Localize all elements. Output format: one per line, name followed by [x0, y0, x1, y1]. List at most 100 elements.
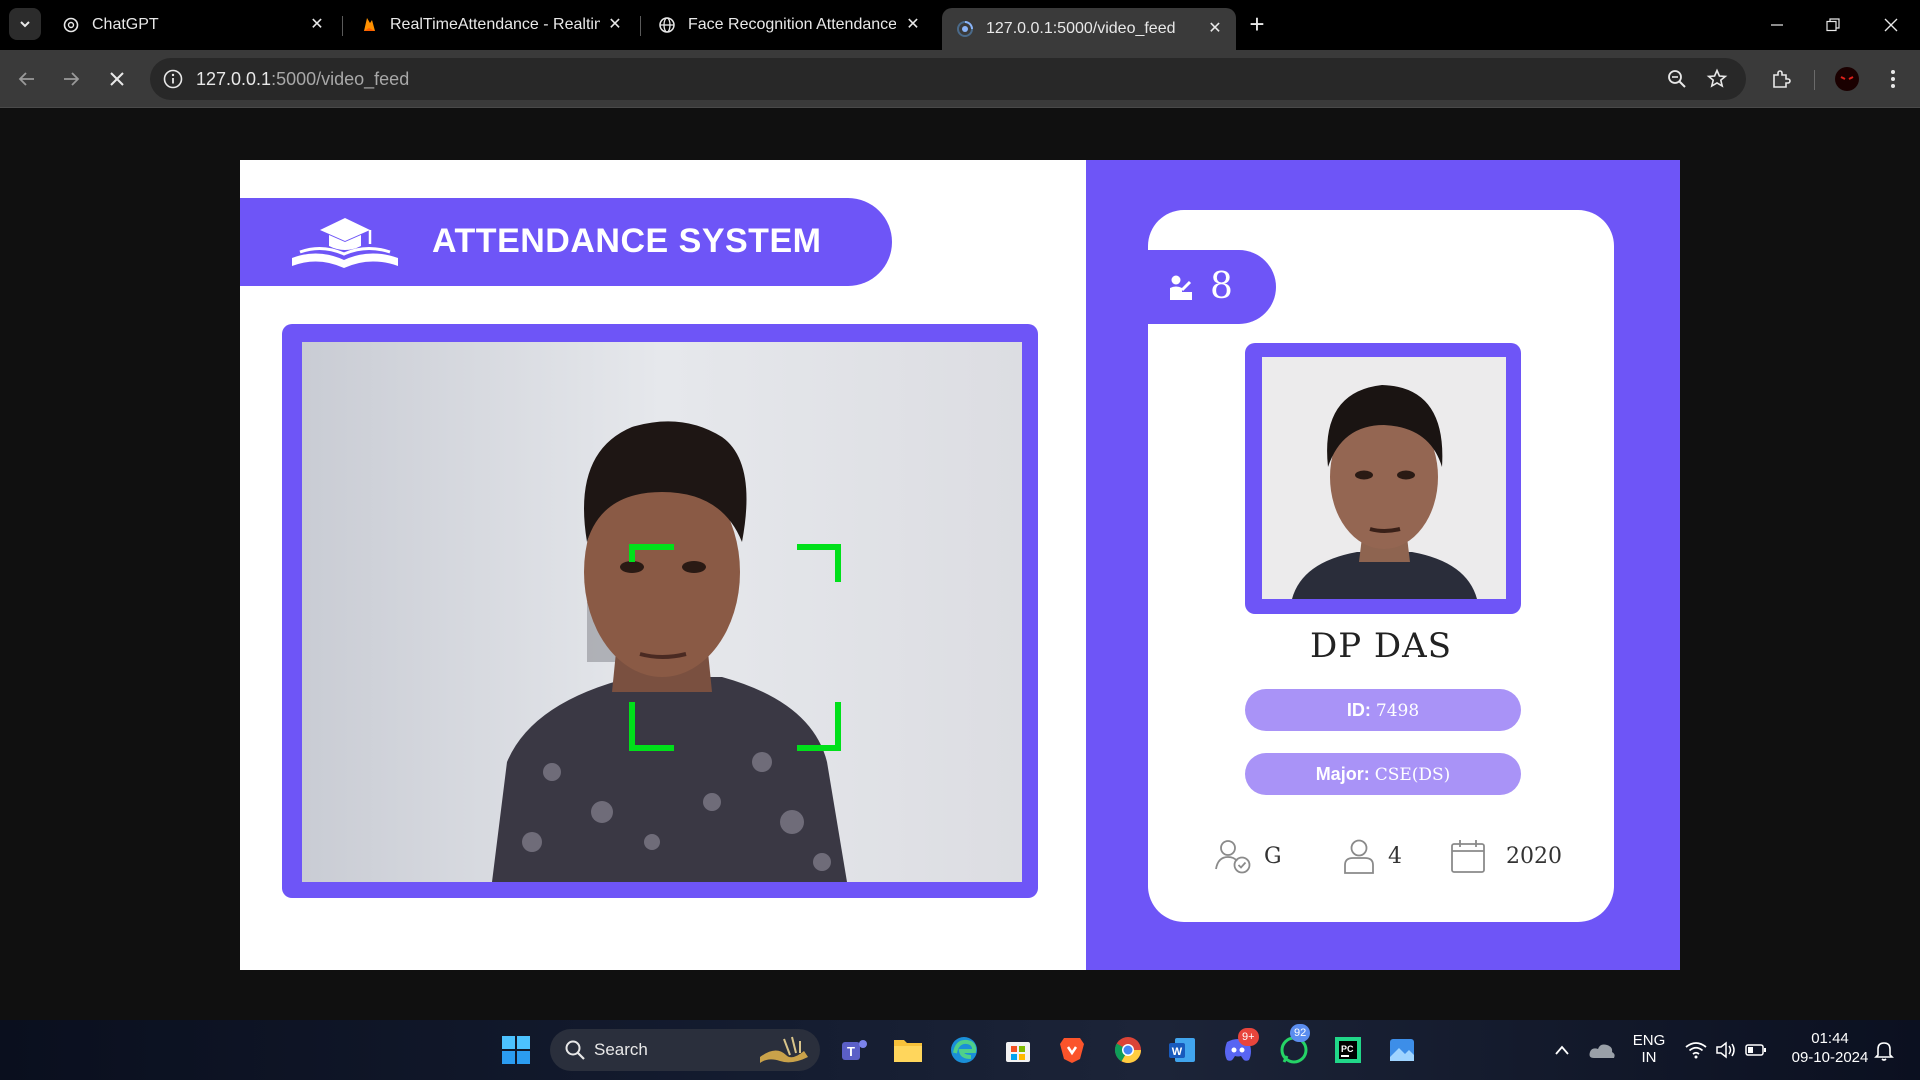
kebab-menu-icon	[1891, 70, 1895, 88]
student-name: DP DAS	[1309, 626, 1453, 666]
whatsapp-notification-badge: 92	[1290, 1024, 1311, 1042]
taskbar-teams[interactable]: T	[834, 1030, 874, 1070]
taskbar: Search T W 9+ 92 PC ENG IN 01:44 09-10-2…	[0, 1020, 1920, 1080]
taskbar-word[interactable]: W	[1162, 1030, 1202, 1070]
stop-loading-button[interactable]	[102, 64, 132, 94]
minimize-button[interactable]	[1762, 10, 1792, 40]
store-icon	[1006, 1042, 1030, 1062]
close-icon	[1884, 18, 1898, 32]
tab-chatgpt[interactable]: ChatGPT ✕	[48, 8, 338, 42]
attendance-count: 8	[1210, 266, 1233, 307]
tab-search-button[interactable]	[9, 8, 41, 40]
close-icon[interactable]: ✕	[904, 16, 922, 34]
chevron-down-icon	[20, 21, 30, 28]
student-id-value: 7498	[1375, 701, 1420, 721]
new-tab-button[interactable]: +	[1244, 11, 1270, 38]
taskbar-file-explorer[interactable]	[888, 1030, 928, 1070]
user-check-icon	[1215, 840, 1251, 874]
show-hidden-icons-button[interactable]	[1542, 1030, 1582, 1070]
toolbar-divider	[1814, 70, 1815, 90]
onedrive-tray[interactable]	[1582, 1030, 1622, 1070]
taskbar-photos[interactable]	[1382, 1030, 1422, 1070]
input-language[interactable]: ENG IN	[1626, 1032, 1672, 1066]
page-title: ATTENDANCE SYSTEM	[432, 222, 822, 260]
close-icon[interactable]: ✕	[1206, 20, 1224, 38]
student-photo	[1262, 357, 1506, 599]
year-stat: 4	[1342, 836, 1402, 876]
tab-face-recognition[interactable]: Face Recognition Attendance Sy ✕	[644, 8, 934, 42]
taskbar-chrome[interactable]	[1108, 1030, 1148, 1070]
close-icon[interactable]: ✕	[308, 16, 326, 34]
tab-title: Face Recognition Attendance Sy	[688, 16, 896, 33]
arrow-right-icon	[64, 72, 80, 86]
back-button[interactable]	[12, 64, 42, 94]
student-id-field: ID: 7498	[1245, 689, 1521, 731]
avatar	[1835, 67, 1859, 91]
tab-title: ChatGPT	[92, 16, 159, 33]
taskbar-store[interactable]	[998, 1030, 1038, 1070]
close-window-button[interactable]	[1876, 10, 1906, 40]
puzzle-icon	[1773, 70, 1791, 88]
word-icon: W	[1169, 1038, 1195, 1062]
start-button[interactable]	[496, 1030, 536, 1070]
loading-spinner-icon	[956, 20, 974, 38]
tab-divider	[342, 16, 343, 36]
discord-notification-badge: 9+	[1238, 1028, 1259, 1046]
speaker-icon	[1716, 1041, 1735, 1059]
search-highlight-icon	[760, 1036, 808, 1063]
battery-tray[interactable]	[1736, 1030, 1776, 1070]
region-code: IN	[1641, 1049, 1657, 1066]
close-icon[interactable]: ✕	[606, 16, 624, 34]
windows-logo-icon	[502, 1036, 530, 1064]
tab-divider	[640, 16, 641, 36]
close-icon	[110, 72, 124, 86]
tab-video-feed[interactable]: 127.0.0.1:5000/video_feed ✕	[942, 8, 1236, 50]
taskbar-edge[interactable]	[944, 1030, 984, 1070]
student-portrait-image	[1262, 357, 1506, 599]
taskbar-pycharm[interactable]: PC	[1328, 1030, 1368, 1070]
wifi-icon	[1685, 1042, 1707, 1059]
face-detection-box	[629, 544, 841, 751]
url-host: 127.0.0.1	[196, 69, 272, 89]
svg-text:T: T	[847, 1044, 855, 1059]
brave-icon	[1060, 1038, 1084, 1063]
extensions-button[interactable]	[1766, 64, 1796, 94]
forward-button[interactable]	[56, 64, 86, 94]
student-major-field: Major: CSE(DS)	[1245, 753, 1521, 795]
restore-icon	[1826, 18, 1840, 32]
notifications-button[interactable]	[1864, 1030, 1904, 1070]
firebase-icon	[360, 16, 378, 34]
globe-icon	[658, 16, 676, 34]
edge-icon	[951, 1037, 977, 1063]
info-icon[interactable]	[162, 68, 184, 90]
calendar-icon	[1451, 840, 1485, 873]
taskbar-search[interactable]: Search	[550, 1029, 820, 1071]
profile-avatar[interactable]	[1832, 64, 1862, 94]
search-label: Search	[594, 1040, 648, 1059]
starting-year-stat: 2020	[1450, 836, 1562, 876]
taskbar-brave[interactable]	[1052, 1030, 1092, 1070]
tab-title: 127.0.0.1:5000/video_feed	[986, 20, 1176, 37]
student-year: 4	[1388, 843, 1402, 869]
language-code: ENG	[1632, 1032, 1666, 1049]
tab-realtime-attendance[interactable]: RealTimeAttendance - Realtime ✕	[346, 8, 636, 42]
minimize-icon	[1771, 24, 1783, 26]
star-icon[interactable]	[1706, 68, 1728, 90]
photos-icon	[1390, 1039, 1414, 1061]
student-major-value: CSE(DS)	[1374, 765, 1451, 785]
zoom-icon[interactable]	[1666, 68, 1688, 90]
search-icon	[565, 1040, 585, 1060]
menu-button[interactable]	[1878, 64, 1908, 94]
restore-button[interactable]	[1818, 10, 1848, 40]
student-major-label: Major:	[1315, 764, 1370, 784]
browser-toolbar: 127.0.0.1:5000/video_feed	[0, 50, 1920, 108]
graduation-book-icon	[292, 218, 398, 268]
tab-title: RealTimeAttendance - Realtime	[390, 16, 600, 33]
battery-icon	[1745, 1044, 1766, 1056]
url-text[interactable]: 127.0.0.1:5000/video_feed	[196, 69, 409, 90]
address-bar[interactable]: 127.0.0.1:5000/video_feed	[150, 58, 1746, 100]
svg-text:PC: PC	[1341, 1044, 1354, 1054]
chatgpt-icon	[62, 16, 80, 34]
webcam-feed	[302, 342, 1022, 882]
person-raising-hand-icon	[1170, 275, 1192, 300]
